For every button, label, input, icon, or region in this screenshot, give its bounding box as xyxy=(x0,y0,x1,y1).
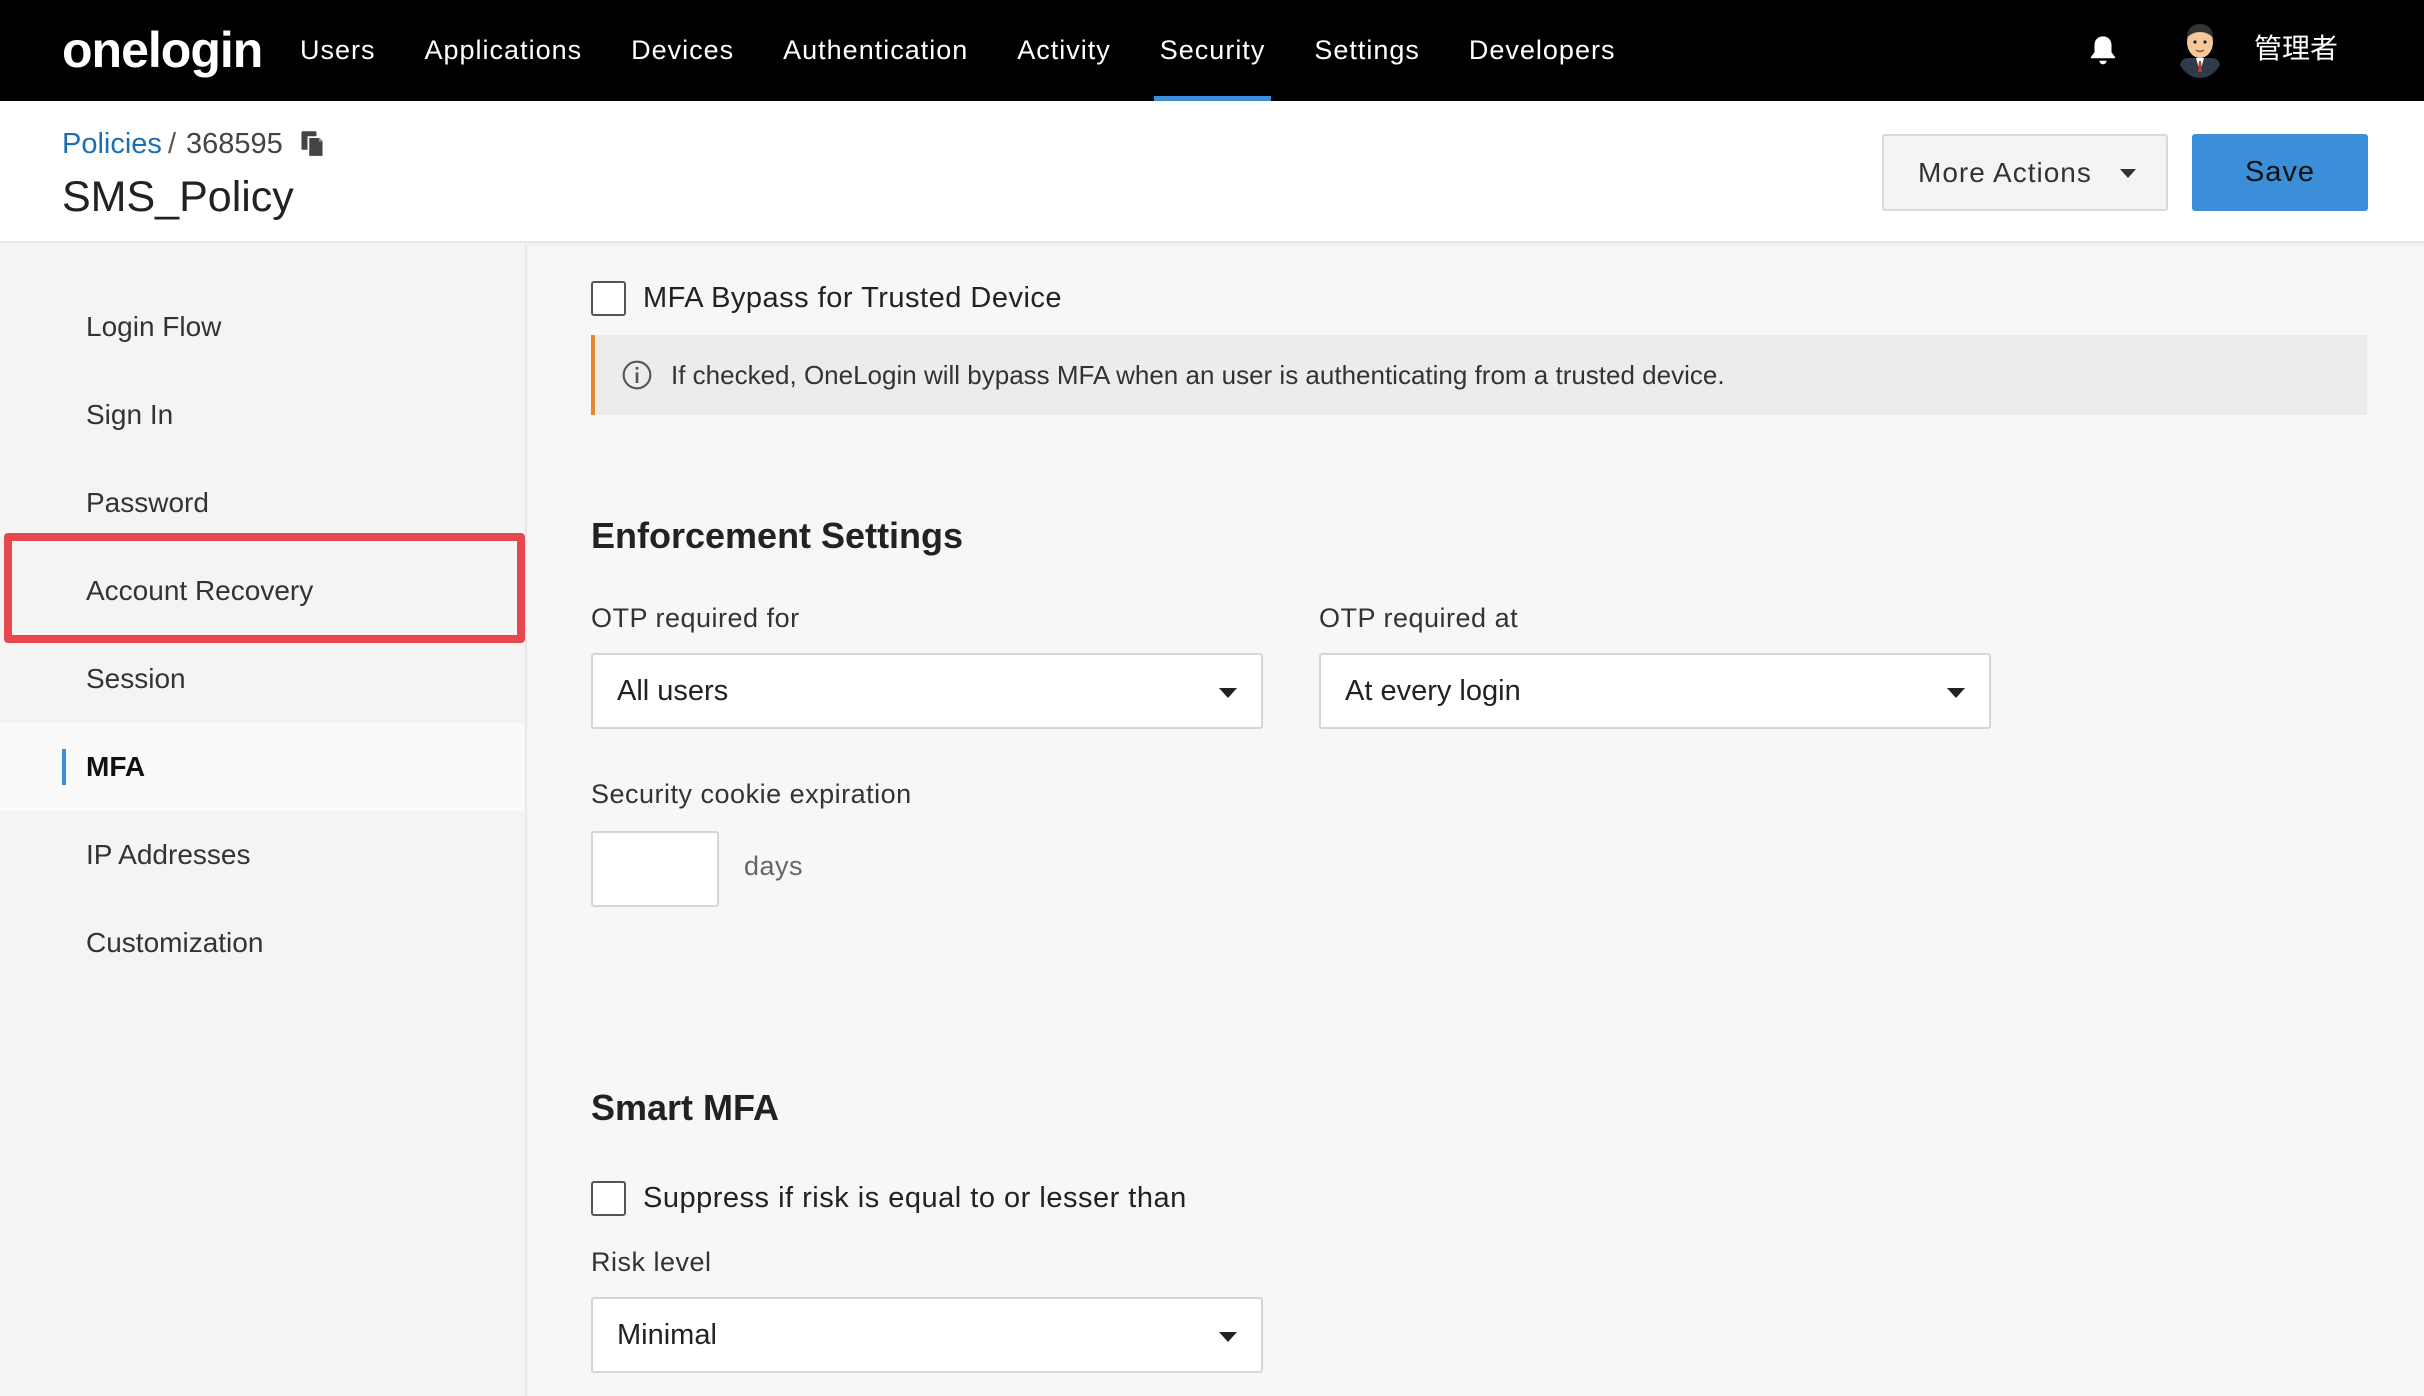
nav-menu: Users Applications Devices Authenticatio… xyxy=(294,0,1658,101)
otp-required-for-select[interactable]: All users xyxy=(591,653,1263,729)
mfa-bypass-label: MFA Bypass for Trusted Device xyxy=(643,282,1063,314)
suppress-risk-label: Suppress if risk is equal to or lesser t… xyxy=(643,1182,1187,1214)
breadcrumb: Policies / 368595 xyxy=(62,125,327,163)
mfa-bypass-row[interactable]: MFA Bypass for Trusted Device xyxy=(591,281,1062,316)
enforcement-settings-title: Enforcement Settings xyxy=(591,515,964,556)
suppress-risk-checkbox[interactable] xyxy=(591,1181,626,1216)
bell-icon[interactable] xyxy=(2088,34,2118,68)
sidebar-item-customization[interactable]: Customization xyxy=(0,899,525,987)
sidebar-item-login-flow[interactable]: Login Flow xyxy=(0,283,525,371)
onelogin-logo[interactable]: onelogin xyxy=(62,22,263,78)
otp-required-for-value: All users xyxy=(617,675,729,707)
smart-mfa-title: Smart MFA xyxy=(591,1087,780,1128)
otp-required-at-label: OTP required at xyxy=(1319,603,1519,633)
nav-authentication[interactable]: Authentication xyxy=(777,0,974,101)
avatar[interactable] xyxy=(2176,20,2224,78)
nav-activity[interactable]: Activity xyxy=(1011,0,1117,101)
otp-required-at-select[interactable]: At every login xyxy=(1319,653,1991,729)
save-button[interactable]: Save xyxy=(2192,134,2368,211)
risk-level-value: Minimal xyxy=(617,1319,717,1351)
info-text: If checked, OneLogin will bypass MFA whe… xyxy=(671,359,1725,390)
breadcrumb-policies-link[interactable]: Policies xyxy=(62,125,162,163)
caret-down-icon xyxy=(2120,169,2136,178)
top-nav: onelogin Users Applications Devices Auth… xyxy=(0,0,2424,101)
breadcrumb-separator: / xyxy=(167,128,176,160)
info-callout: If checked, OneLogin will bypass MFA whe… xyxy=(591,335,2367,415)
otp-required-for-label: OTP required for xyxy=(591,603,800,633)
caret-down-icon xyxy=(1947,688,1965,698)
nav-devices[interactable]: Devices xyxy=(625,0,740,101)
policy-sidebar: Login Flow Sign In Password Account Reco… xyxy=(0,243,527,1396)
caret-down-icon xyxy=(1219,1332,1237,1342)
user-name[interactable]: 管理者 xyxy=(2254,30,2338,68)
sidebar-item-ip-addresses[interactable]: IP Addresses xyxy=(0,811,525,899)
nav-settings[interactable]: Settings xyxy=(1308,0,1426,101)
suppress-risk-row[interactable]: Suppress if risk is equal to or lesser t… xyxy=(591,1181,1187,1216)
security-cookie-expiration-label: Security cookie expiration xyxy=(591,779,912,809)
nav-security[interactable]: Security xyxy=(1153,0,1272,101)
sidebar-item-mfa[interactable]: MFA xyxy=(0,723,525,811)
otp-required-at-value: At every login xyxy=(1345,675,1521,707)
sidebar-item-sign-in[interactable]: Sign In xyxy=(0,371,525,459)
nav-applications[interactable]: Applications xyxy=(419,0,589,101)
cookie-unit-label: days xyxy=(744,851,804,881)
policy-id: 368595 xyxy=(186,128,283,160)
page-header: Policies / 368595 SMS_Policy More Action… xyxy=(0,101,2424,243)
nav-users[interactable]: Users xyxy=(294,0,382,101)
risk-level-select[interactable]: Minimal xyxy=(591,1297,1263,1373)
mfa-bypass-checkbox[interactable] xyxy=(591,281,626,316)
sidebar-item-session[interactable]: Session xyxy=(0,635,525,723)
more-actions-button[interactable]: More Actions xyxy=(1882,134,2168,211)
caret-down-icon xyxy=(1219,688,1237,698)
mfa-settings-panel: MFA Bypass for Trusted Device If checked… xyxy=(527,243,2424,1396)
info-icon xyxy=(622,360,652,390)
more-actions-label: More Actions xyxy=(1918,156,2092,188)
risk-level-label: Risk level xyxy=(591,1247,712,1277)
page-title: SMS_Policy xyxy=(62,173,294,221)
nav-developers[interactable]: Developers xyxy=(1463,0,1622,101)
security-cookie-expiration-input[interactable] xyxy=(591,831,719,907)
sidebar-item-account-recovery[interactable]: Account Recovery xyxy=(0,547,525,635)
copy-icon[interactable] xyxy=(299,129,327,159)
